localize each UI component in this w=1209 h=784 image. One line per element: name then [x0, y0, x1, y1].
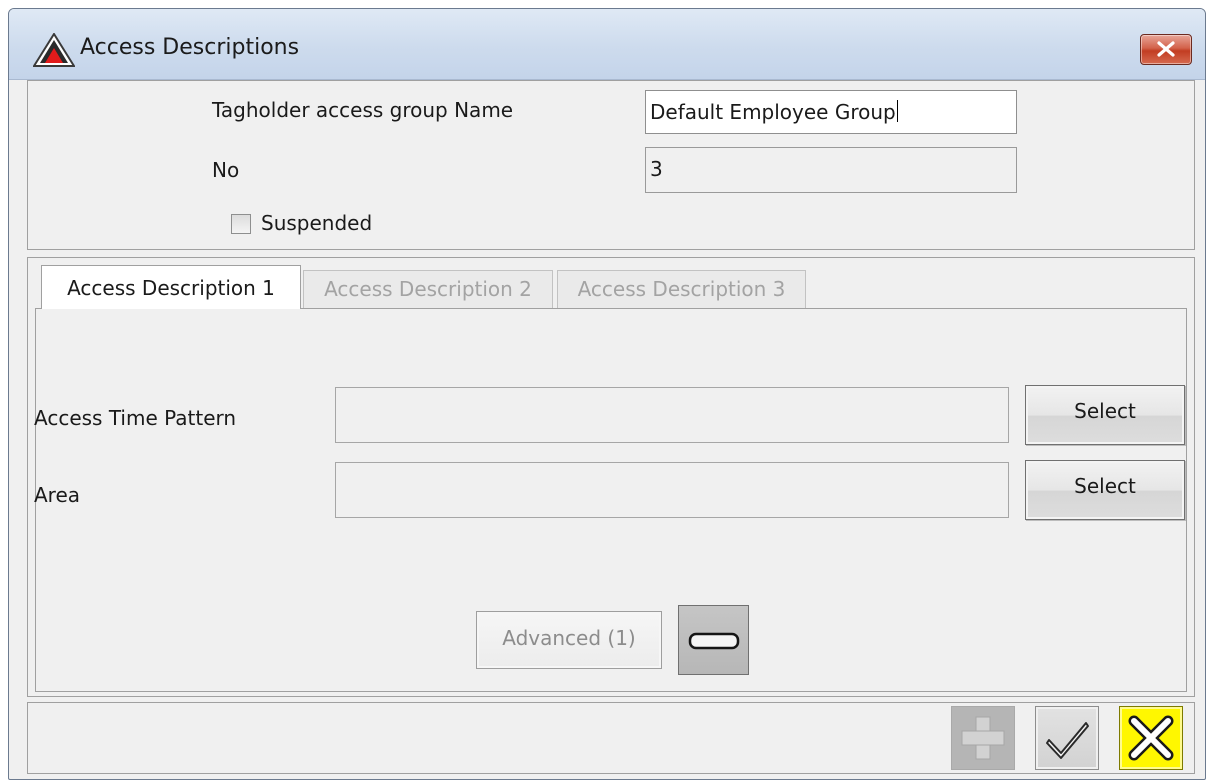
remove-description-button[interactable]: [678, 605, 749, 675]
group-no-label: No: [212, 158, 240, 182]
area-label: Area: [34, 483, 81, 507]
checkmark-icon: [1046, 722, 1089, 759]
advanced-button[interactable]: Advanced (1): [476, 611, 662, 669]
ok-button[interactable]: [1035, 706, 1099, 770]
select-time-pattern-button[interactable]: Select: [1025, 385, 1185, 445]
access-description-panel: Access Description 1 Access Description …: [27, 257, 1195, 697]
x-icon: [1128, 715, 1174, 761]
group-no-field: 3: [645, 147, 1017, 193]
plus-icon: [961, 716, 1005, 760]
window-title: Access Descriptions: [80, 35, 300, 60]
tab-access-description-2[interactable]: Access Description 2: [303, 270, 553, 309]
tab-access-description-3[interactable]: Access Description 3: [557, 270, 806, 309]
title-bar[interactable]: Access Descriptions: [9, 9, 1205, 80]
access-descriptions-window: Access Descriptions Tagholder access gro…: [8, 8, 1206, 780]
text-caret: [896, 100, 898, 122]
warning-triangle-icon: [32, 32, 76, 67]
tab-access-description-1[interactable]: Access Description 1: [41, 265, 301, 309]
group-name-value: Default Employee Group: [650, 100, 896, 124]
access-time-pattern-label: Access Time Pattern: [34, 406, 237, 430]
group-name-input[interactable]: Default Employee Group: [645, 90, 1017, 134]
cancel-button[interactable]: [1119, 706, 1183, 770]
access-time-pattern-field: [335, 387, 1009, 443]
tab-content: Access Time Pattern Select Area Select A…: [34, 308, 1187, 692]
suspended-label[interactable]: Suspended: [261, 211, 372, 235]
close-button[interactable]: [1140, 34, 1192, 65]
close-icon: [1157, 41, 1175, 57]
group-name-label: Tagholder access group Name: [212, 98, 514, 122]
group-no-value: 3: [650, 157, 663, 181]
add-button[interactable]: [951, 706, 1015, 770]
select-area-button[interactable]: Select: [1025, 460, 1185, 520]
suspended-checkbox[interactable]: [231, 214, 251, 234]
footer-panel: [27, 702, 1195, 774]
group-header-panel: Tagholder access group Name Default Empl…: [27, 80, 1195, 250]
area-field: [335, 462, 1009, 518]
minus-icon: [688, 632, 740, 650]
